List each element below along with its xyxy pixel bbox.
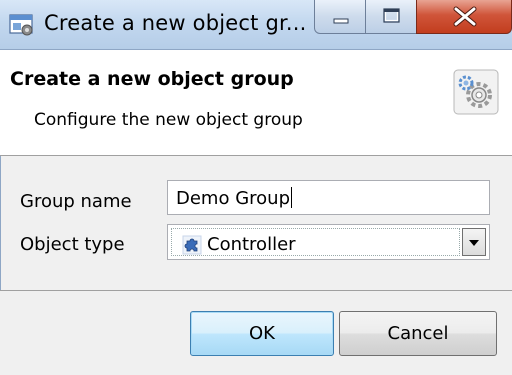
text-caret xyxy=(291,187,293,208)
close-icon xyxy=(453,6,477,27)
dialog-header: Create a new object group Configure the … xyxy=(0,50,512,156)
object-type-label: Object type xyxy=(20,234,125,255)
gear-settings-icon xyxy=(453,69,499,115)
maximize-icon xyxy=(383,8,400,23)
puzzle-piece-icon xyxy=(182,235,202,255)
app-window-icon xyxy=(9,14,33,36)
chevron-down-icon xyxy=(469,240,479,246)
header-subtitle: Configure the new object group xyxy=(34,110,303,130)
object-type-selection: Controller xyxy=(171,228,460,256)
object-type-select[interactable]: Controller xyxy=(167,224,490,260)
maximize-button[interactable] xyxy=(365,0,417,34)
dialog-footer: OK Cancel xyxy=(0,290,512,375)
close-button[interactable] xyxy=(416,0,512,34)
window-title: Create a new object gr... xyxy=(44,11,307,35)
group-name-input[interactable]: Demo Group xyxy=(167,180,490,215)
object-type-value: Controller xyxy=(207,234,296,255)
minimize-button[interactable] xyxy=(314,0,366,34)
header-title: Create a new object group xyxy=(10,68,294,90)
title-bar[interactable]: Create a new object gr... xyxy=(0,0,512,50)
group-name-label: Group name xyxy=(20,191,132,212)
window-controls xyxy=(314,0,512,36)
minimize-icon xyxy=(333,18,349,24)
form-area: Group name Demo Group Object type Contro… xyxy=(0,156,512,290)
cancel-button[interactable]: Cancel xyxy=(339,311,497,356)
ok-button[interactable]: OK xyxy=(190,311,334,356)
group-name-value: Demo Group xyxy=(176,188,291,209)
object-type-dropdown-button[interactable] xyxy=(462,228,486,256)
